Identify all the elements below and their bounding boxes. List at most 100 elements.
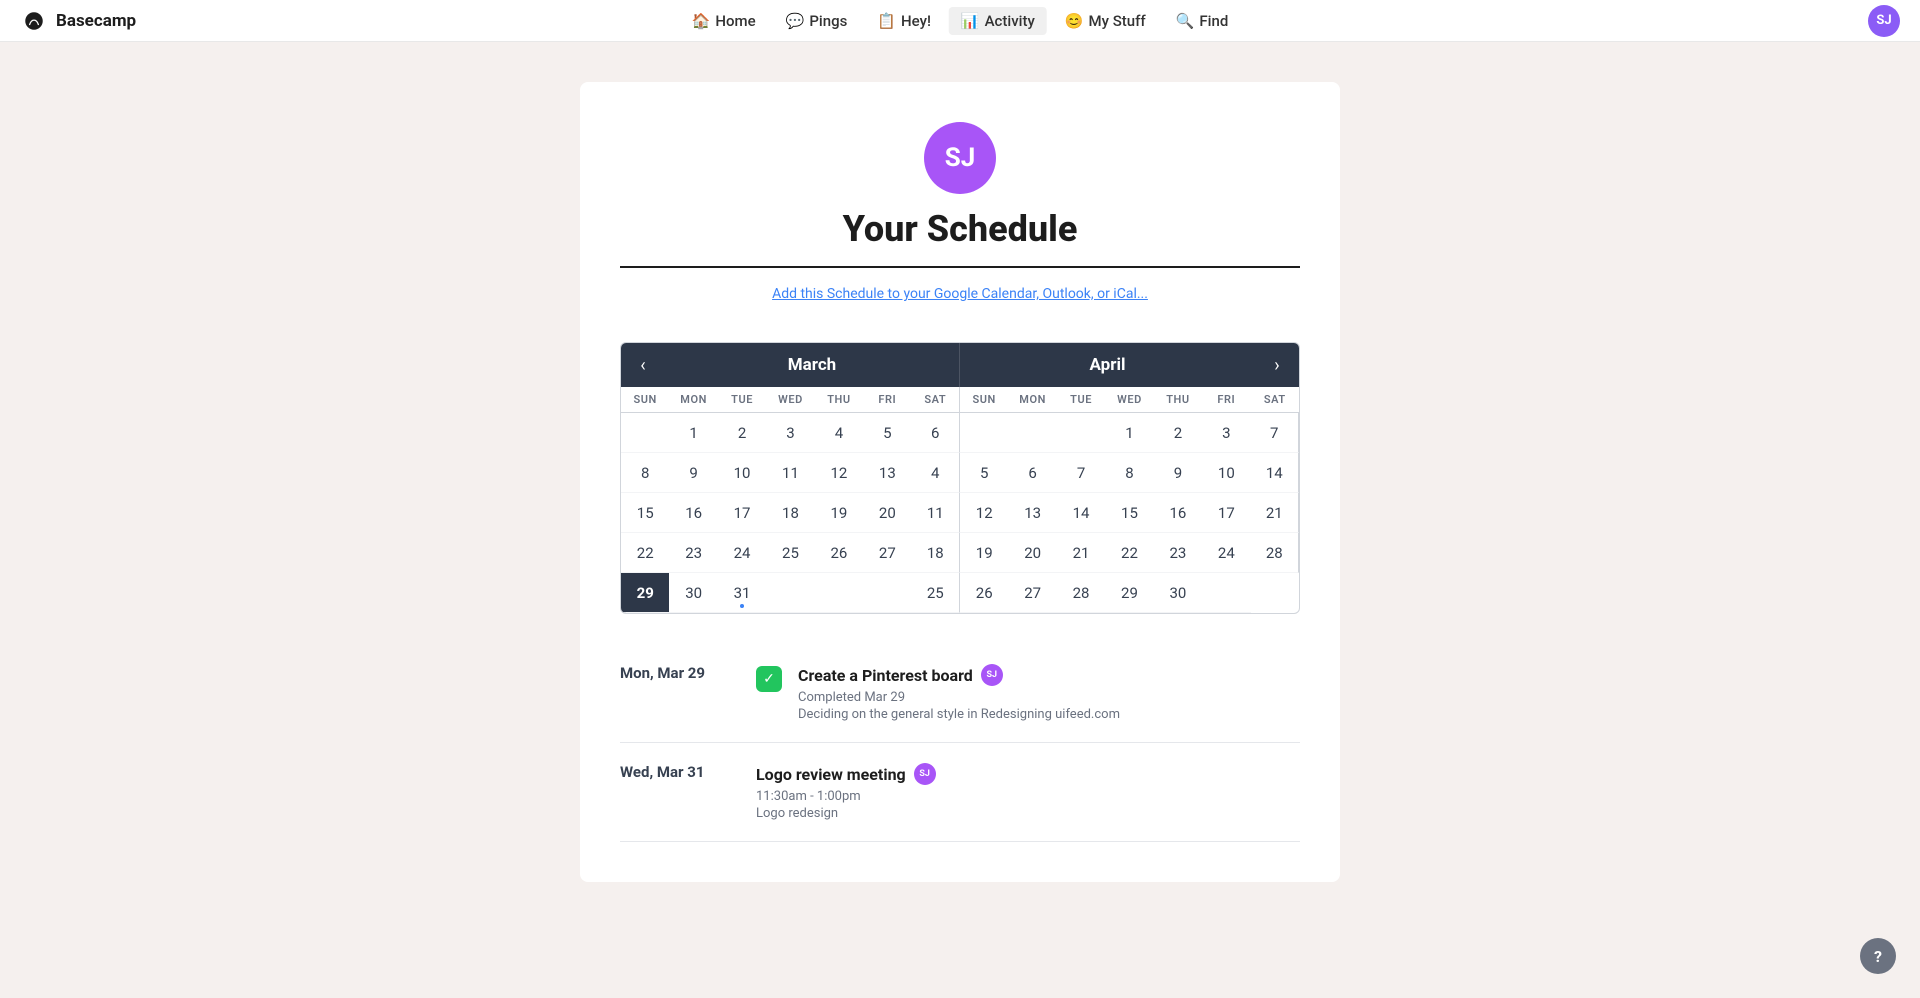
- calendar-cell[interactable]: 27: [1008, 573, 1056, 613]
- help-button[interactable]: ?: [1860, 938, 1896, 974]
- day-header: TUE: [718, 387, 766, 412]
- calendar-cell[interactable]: 1: [1105, 413, 1153, 453]
- calendar-cell[interactable]: 12: [815, 453, 863, 493]
- calendar-cell[interactable]: 11: [912, 493, 960, 533]
- calendar-cell[interactable]: 5: [960, 453, 1008, 493]
- schedule-items: Mon, Mar 29✓Create a Pinterest boardSJCo…: [620, 644, 1300, 842]
- nav-activity[interactable]: 📊 Activity: [949, 7, 1047, 35]
- calendar-cell[interactable]: 2: [1154, 413, 1202, 453]
- calendar-cell[interactable]: 7: [1057, 453, 1105, 493]
- nav-home[interactable]: 🏠 Home: [680, 7, 768, 35]
- calendar-cell[interactable]: 15: [1105, 493, 1153, 533]
- calendar-cell[interactable]: 9: [1154, 453, 1202, 493]
- schedule-item-date: Mon, Mar 29: [620, 664, 740, 682]
- calendar-cell: [1008, 413, 1056, 453]
- day-header: THU: [815, 387, 863, 412]
- nav-pings-label: Pings: [809, 12, 847, 30]
- schedule-item: Wed, Mar 31 Logo review meetingSJ11:30am …: [620, 743, 1300, 842]
- calendar-cell[interactable]: 19: [815, 493, 863, 533]
- calendar-cell[interactable]: 12: [960, 493, 1008, 533]
- calendar-cell[interactable]: 29: [621, 573, 669, 613]
- calendar-cell[interactable]: 29: [1105, 573, 1153, 613]
- calendar-cell[interactable]: 31: [718, 573, 766, 613]
- schedule-header: SJ Your Schedule Add this Schedule to yo…: [620, 122, 1300, 322]
- prev-month-button[interactable]: ‹: [621, 343, 665, 387]
- schedule-item-date: Wed, Mar 31: [620, 763, 740, 781]
- page-title: Your Schedule: [843, 208, 1078, 250]
- calendar-cell[interactable]: 26: [815, 533, 863, 573]
- calendar-cell: [766, 573, 814, 613]
- day-header: MON: [669, 387, 717, 412]
- calendar-day-headers: SUNMONTUEWEDTHUFRISATSUNMONTUEWEDTHUFRIS…: [621, 387, 1299, 413]
- calendar-cell[interactable]: 16: [1154, 493, 1202, 533]
- calendar-cell[interactable]: 28: [1251, 533, 1299, 573]
- nav-mystuff[interactable]: 😊 My Stuff: [1053, 7, 1158, 35]
- calendar-cell[interactable]: 10: [1202, 453, 1250, 493]
- calendar-cell[interactable]: 3: [766, 413, 814, 453]
- calendar-cell[interactable]: 19: [960, 533, 1008, 573]
- calendar-cell[interactable]: 5: [863, 413, 911, 453]
- calendar-cell[interactable]: 21: [1057, 533, 1105, 573]
- calendar-cell[interactable]: 20: [863, 493, 911, 533]
- calendar-cell[interactable]: 10: [718, 453, 766, 493]
- calendar-cell[interactable]: 14: [1057, 493, 1105, 533]
- main-nav: 🏠 Home 💬 Pings 📋 Hey! 📊 Activity 😊 My St…: [680, 7, 1241, 35]
- nav-hey[interactable]: 📋 Hey!: [865, 7, 943, 35]
- calendar-cell[interactable]: 4: [815, 413, 863, 453]
- schedule-event-title[interactable]: Create a Pinterest board: [798, 666, 973, 685]
- schedule-item-info: Logo review meetingSJ11:30am - 1:00pmLog…: [756, 763, 1300, 821]
- calendar-cell[interactable]: 30: [1154, 573, 1202, 613]
- calendar-cell[interactable]: 17: [1202, 493, 1250, 533]
- next-month-button[interactable]: ›: [1255, 343, 1299, 387]
- calendar-cell[interactable]: 11: [766, 453, 814, 493]
- calendar-cell[interactable]: 27: [863, 533, 911, 573]
- calendar-cell[interactable]: 6: [912, 413, 960, 453]
- calendar-cell[interactable]: 14: [1251, 453, 1299, 493]
- title-divider: [620, 266, 1300, 268]
- calendar-cell[interactable]: 25: [766, 533, 814, 573]
- user-area: SJ: [1868, 5, 1900, 37]
- calendar-cell[interactable]: 23: [669, 533, 717, 573]
- calendar-cell[interactable]: 28: [1057, 573, 1105, 613]
- calendar-cell[interactable]: 30: [669, 573, 717, 613]
- find-icon: 🔍: [1176, 12, 1195, 30]
- calendar-cell[interactable]: 18: [912, 533, 960, 573]
- calendar-cell[interactable]: 13: [1008, 493, 1056, 533]
- calendar-cell[interactable]: 22: [621, 533, 669, 573]
- calendar-cell[interactable]: 21: [1251, 493, 1299, 533]
- user-avatar-top[interactable]: SJ: [1868, 5, 1900, 37]
- calendar-cell[interactable]: 15: [621, 493, 669, 533]
- calendar-cell[interactable]: 7: [1251, 413, 1299, 453]
- calendar-cell[interactable]: 2: [718, 413, 766, 453]
- mystuff-icon: 😊: [1065, 12, 1084, 30]
- calendar-cell[interactable]: 24: [1202, 533, 1250, 573]
- calendar-cell[interactable]: 4: [912, 453, 960, 493]
- calendar-cell[interactable]: 16: [669, 493, 717, 533]
- calendar-cell[interactable]: 23: [1154, 533, 1202, 573]
- top-navigation: Basecamp 🏠 Home 💬 Pings 📋 Hey! 📊 Activit…: [0, 0, 1920, 42]
- nav-pings[interactable]: 💬 Pings: [774, 7, 860, 35]
- calendar-cell[interactable]: 24: [718, 533, 766, 573]
- calendar-cell[interactable]: 8: [1105, 453, 1153, 493]
- calendar-cell[interactable]: 26: [960, 573, 1008, 613]
- schedule-event-title[interactable]: Logo review meeting: [756, 765, 906, 784]
- calendar-cell[interactable]: 17: [718, 493, 766, 533]
- nav-find[interactable]: 🔍 Find: [1164, 7, 1241, 35]
- calendar-cell[interactable]: 13: [863, 453, 911, 493]
- calendar-cell[interactable]: 3: [1202, 413, 1250, 453]
- calendar-months: March April: [665, 343, 1255, 387]
- calendar-cell[interactable]: 6: [1008, 453, 1056, 493]
- brand-link[interactable]: Basecamp: [20, 7, 136, 35]
- calendar-cell[interactable]: 9: [669, 453, 717, 493]
- schedule-title-row: Create a Pinterest boardSJ: [798, 664, 1300, 686]
- day-header: FRI: [1202, 387, 1250, 412]
- calendar-cell[interactable]: 1: [669, 413, 717, 453]
- calendar-cell[interactable]: 22: [1105, 533, 1153, 573]
- calendar-cell[interactable]: 18: [766, 493, 814, 533]
- calendar-cell[interactable]: 20: [1008, 533, 1056, 573]
- schedule-item-project: Deciding on the general style in Redesig…: [798, 707, 1300, 722]
- calendar-sync-link[interactable]: Add this Schedule to your Google Calenda…: [772, 286, 1148, 302]
- calendar-cell[interactable]: 8: [621, 453, 669, 493]
- calendar-cell: [815, 573, 863, 613]
- calendar-cell[interactable]: 25: [912, 573, 960, 613]
